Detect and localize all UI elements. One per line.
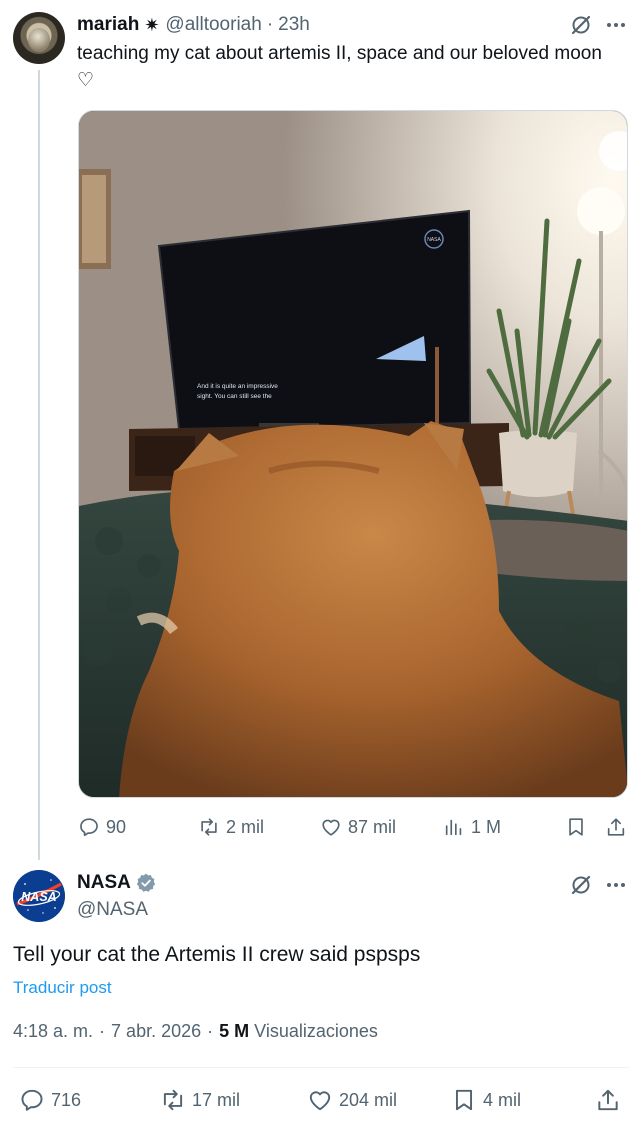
tv-subtitle-2: sight. You can still see the bbox=[197, 393, 272, 400]
grok-icon[interactable] bbox=[569, 13, 593, 37]
author-name[interactable]: NASA bbox=[77, 872, 131, 894]
views-icon bbox=[445, 819, 462, 836]
like-count: 204 mil bbox=[339, 1089, 398, 1110]
reply-count: 716 bbox=[51, 1089, 82, 1110]
reply-icon bbox=[80, 818, 98, 837]
like-button[interactable]: 204 mil bbox=[307, 1084, 397, 1116]
tv-subtitle-1: And it is quite an impressive bbox=[197, 383, 278, 390]
bookmark-button[interactable] bbox=[565, 812, 593, 842]
post-meta: 4:18 a. m. · 7 abr. 2026 · 5 M Visualiza… bbox=[13, 1021, 378, 1042]
post-date[interactable]: 7 abr. 2026 bbox=[111, 1021, 201, 1042]
reply-button[interactable]: 90 bbox=[78, 812, 126, 842]
repost-icon bbox=[163, 1089, 183, 1111]
more-icon[interactable] bbox=[604, 873, 628, 897]
grok-icon[interactable] bbox=[569, 873, 593, 897]
reply-button[interactable]: 716 bbox=[19, 1084, 81, 1116]
views-label[interactable]: Visualizaciones bbox=[254, 1021, 378, 1042]
separator: · bbox=[266, 14, 274, 35]
author-handle[interactable]: @NASA bbox=[77, 899, 148, 921]
share-icon bbox=[598, 1089, 618, 1111]
share-icon bbox=[607, 818, 625, 836]
name-glyph: ✷ bbox=[144, 14, 160, 35]
tv-logo: NASA bbox=[427, 237, 441, 243]
repost-button[interactable]: 2 mil bbox=[198, 812, 264, 842]
separator: · bbox=[99, 1021, 106, 1041]
nasa-logo-text: NASA bbox=[21, 890, 56, 904]
view-count: 1 M bbox=[471, 816, 502, 837]
more-icon[interactable] bbox=[604, 13, 628, 37]
thread-connector-line bbox=[38, 70, 40, 860]
like-icon bbox=[309, 1091, 331, 1111]
author-name[interactable]: mariah bbox=[77, 14, 139, 36]
like-icon bbox=[322, 819, 340, 836]
bookmark-button[interactable]: 4 mil bbox=[451, 1084, 521, 1116]
main-post-actions: 716 17 mil 204 mil 4 mil bbox=[13, 1084, 629, 1116]
repost-button[interactable]: 17 mil bbox=[160, 1084, 240, 1116]
avatar-image bbox=[28, 28, 50, 52]
post-time[interactable]: 23h bbox=[278, 14, 310, 36]
repost-icon bbox=[201, 818, 217, 836]
author-handle[interactable]: @alltooriah bbox=[165, 14, 261, 36]
parent-post-header: mariah ✷ @alltooriah · 23h bbox=[77, 12, 622, 38]
share-button[interactable] bbox=[605, 812, 633, 842]
repost-count: 17 mil bbox=[192, 1089, 241, 1110]
post-media-photo[interactable]: NASA And it is quite an impressive sight… bbox=[78, 110, 628, 798]
like-count: 87 mil bbox=[348, 816, 397, 837]
reply-count: 90 bbox=[106, 816, 127, 837]
post-text: Tell your cat the Artemis II crew said p… bbox=[13, 943, 421, 966]
share-button[interactable] bbox=[595, 1084, 627, 1116]
bookmark-icon bbox=[569, 818, 583, 836]
separator: · bbox=[207, 1021, 214, 1041]
views-count: 5 M bbox=[219, 1021, 250, 1041]
nasa-avatar[interactable]: NASA bbox=[13, 870, 65, 922]
post-text: teaching my cat about artemis II, space … bbox=[77, 43, 602, 91]
like-button[interactable]: 87 mil bbox=[320, 812, 396, 842]
avatar[interactable] bbox=[13, 12, 65, 64]
reply-icon bbox=[21, 1089, 43, 1111]
cat-watching-tv-photo: NASA And it is quite an impressive sight… bbox=[79, 111, 627, 797]
bookmark-count: 4 mil bbox=[483, 1089, 522, 1110]
nasa-logo: NASA bbox=[13, 870, 65, 922]
bookmark-icon bbox=[455, 1089, 473, 1111]
verified-icon[interactable] bbox=[135, 872, 157, 894]
post-time[interactable]: 4:18 a. m. bbox=[13, 1021, 93, 1042]
views-button[interactable]: 1 M bbox=[443, 812, 501, 842]
parent-post-actions: 90 2 mil 87 mil 1 M bbox=[78, 812, 630, 842]
author-name-row: NASA bbox=[77, 872, 157, 894]
repost-count: 2 mil bbox=[226, 816, 265, 837]
translate-post-link[interactable]: Traducir post bbox=[13, 978, 112, 998]
divider bbox=[13, 1067, 629, 1068]
